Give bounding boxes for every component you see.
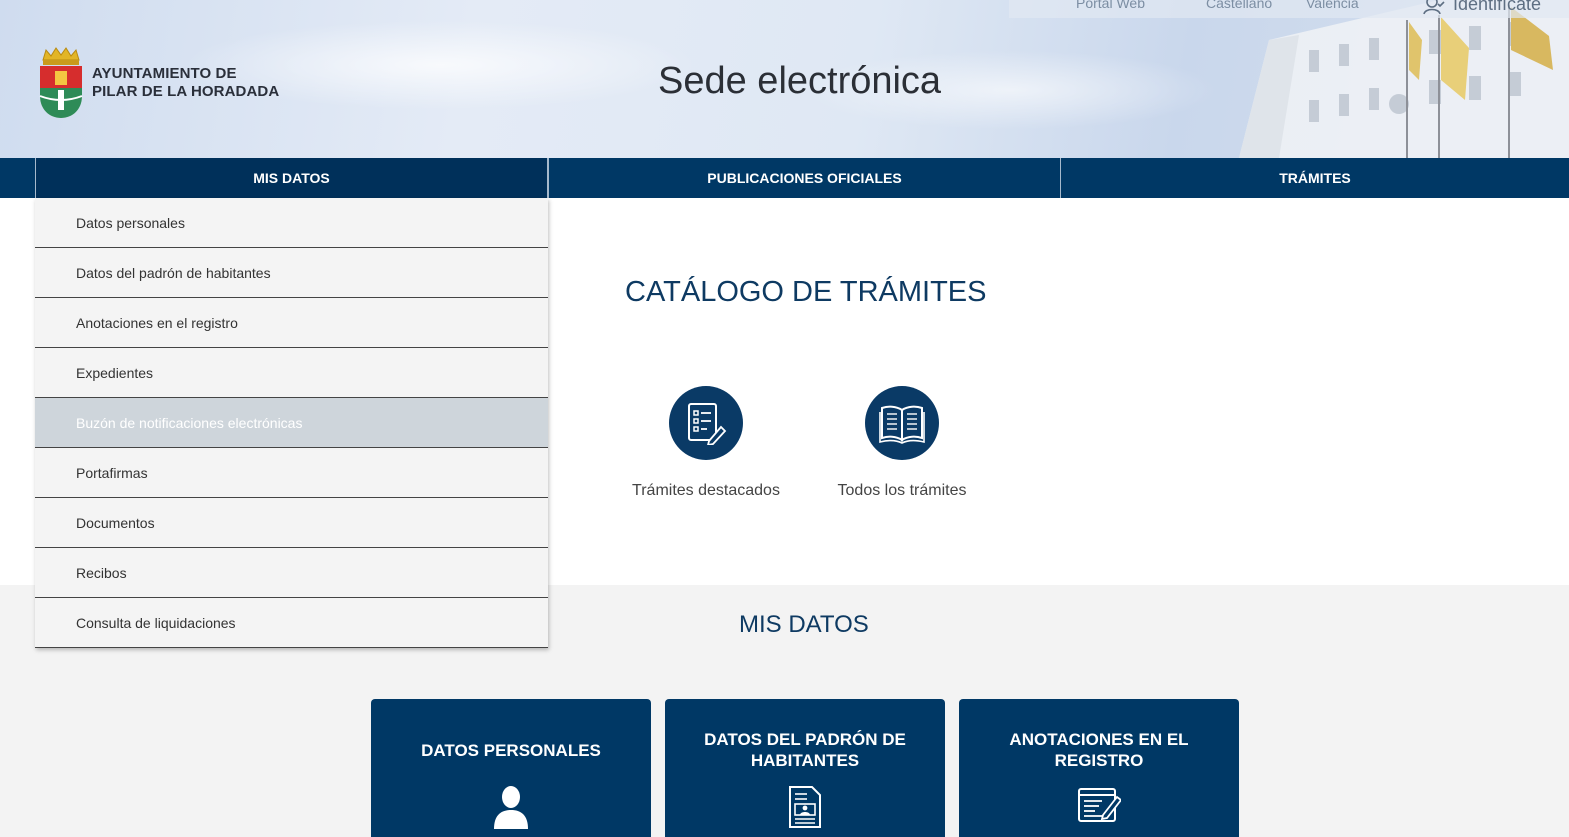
tile-anotaciones-registro[interactable]: ANOTACIONES EN EL REGISTRO xyxy=(959,699,1239,837)
menu-item-expedientes[interactable]: Expedientes xyxy=(35,348,548,398)
nav-tramites[interactable]: TRÁMITES xyxy=(1060,158,1569,198)
todos-los-tramites-card[interactable]: Todos los trámites xyxy=(812,386,992,500)
menu-item-datos-padron[interactable]: Datos del padrón de habitantes xyxy=(35,248,548,298)
nav-label: TRÁMITES xyxy=(1279,170,1351,186)
open-book-icon xyxy=(879,405,925,444)
logo-text: AYUNTAMIENTO DE PILAR DE LA HORADADA xyxy=(92,65,279,101)
mis-datos-dropdown-menu: Datos personales Datos del padrón de hab… xyxy=(35,198,548,648)
menu-item-documentos[interactable]: Documentos xyxy=(35,498,548,548)
tile-datos-padron[interactable]: DATOS DEL PADRÓN DE HABITANTES xyxy=(665,699,945,837)
tile-datos-personales[interactable]: DATOS PERSONALES xyxy=(371,699,651,837)
tile-label: DATOS DEL PADRÓN DE HABITANTES xyxy=(704,730,906,770)
user-icon xyxy=(494,786,528,829)
card-label: Todos los trámites xyxy=(837,482,967,499)
login-label: Identifícate xyxy=(1453,0,1542,14)
tramites-destacados-card[interactable]: Trámites destacados xyxy=(616,386,796,500)
language-valencia-link[interactable]: Valencià xyxy=(1306,0,1359,11)
coat-of-arms-icon xyxy=(39,47,83,118)
tile-label: DATOS PERSONALES xyxy=(421,741,601,760)
register-edit-icon xyxy=(1078,788,1121,822)
language-castellano-link[interactable]: Castellano xyxy=(1206,0,1272,11)
card-icon-circle xyxy=(865,386,939,460)
catalog-title: CATÁLOGO DE TRÁMITES xyxy=(625,276,987,308)
nav-label: MIS DATOS xyxy=(253,170,330,186)
menu-item-anotaciones-registro[interactable]: Anotaciones en el registro xyxy=(35,298,548,348)
town-hall-building-illustration xyxy=(1239,0,1569,158)
main-navigation: MIS DATOS PUBLICACIONES OFICIALES TRÁMIT… xyxy=(0,158,1569,198)
id-document-icon xyxy=(789,786,821,828)
login-button[interactable]: Identifícate xyxy=(1423,0,1541,15)
user-login-icon xyxy=(1423,0,1445,14)
nav-mis-datos[interactable]: MIS DATOS xyxy=(35,158,548,198)
checklist-document-icon xyxy=(688,403,727,445)
tile-label: ANOTACIONES EN EL REGISTRO xyxy=(1009,730,1189,770)
site-title: Sede electrónica xyxy=(658,60,942,102)
municipality-logo[interactable]: AYUNTAMIENTO DE PILAR DE LA HORADADA xyxy=(38,46,279,120)
site-header: Portal Web Castellano Valencià Identifíc… xyxy=(0,0,1569,158)
nav-publicaciones-oficiales[interactable]: PUBLICACIONES OFICIALES xyxy=(548,158,1060,198)
menu-item-consulta-liquidaciones[interactable]: Consulta de liquidaciones xyxy=(35,598,548,648)
portal-web-link[interactable]: Portal Web xyxy=(1076,0,1145,11)
nav-label: PUBLICACIONES OFICIALES xyxy=(707,170,902,186)
section-title: MIS DATOS xyxy=(739,611,869,638)
logo-line2: PILAR DE LA HORADADA xyxy=(92,83,280,100)
menu-item-recibos[interactable]: Recibos xyxy=(35,548,548,598)
logo-line1: AYUNTAMIENTO DE xyxy=(92,65,237,82)
menu-item-buzon-notificaciones[interactable]: Buzón de notificaciones electrónicas xyxy=(35,398,548,448)
card-label: Trámites destacados xyxy=(632,482,780,499)
menu-item-portafirmas[interactable]: Portafirmas xyxy=(35,448,548,498)
menu-item-datos-personales[interactable]: Datos personales xyxy=(35,198,548,248)
card-icon-circle xyxy=(669,386,743,460)
